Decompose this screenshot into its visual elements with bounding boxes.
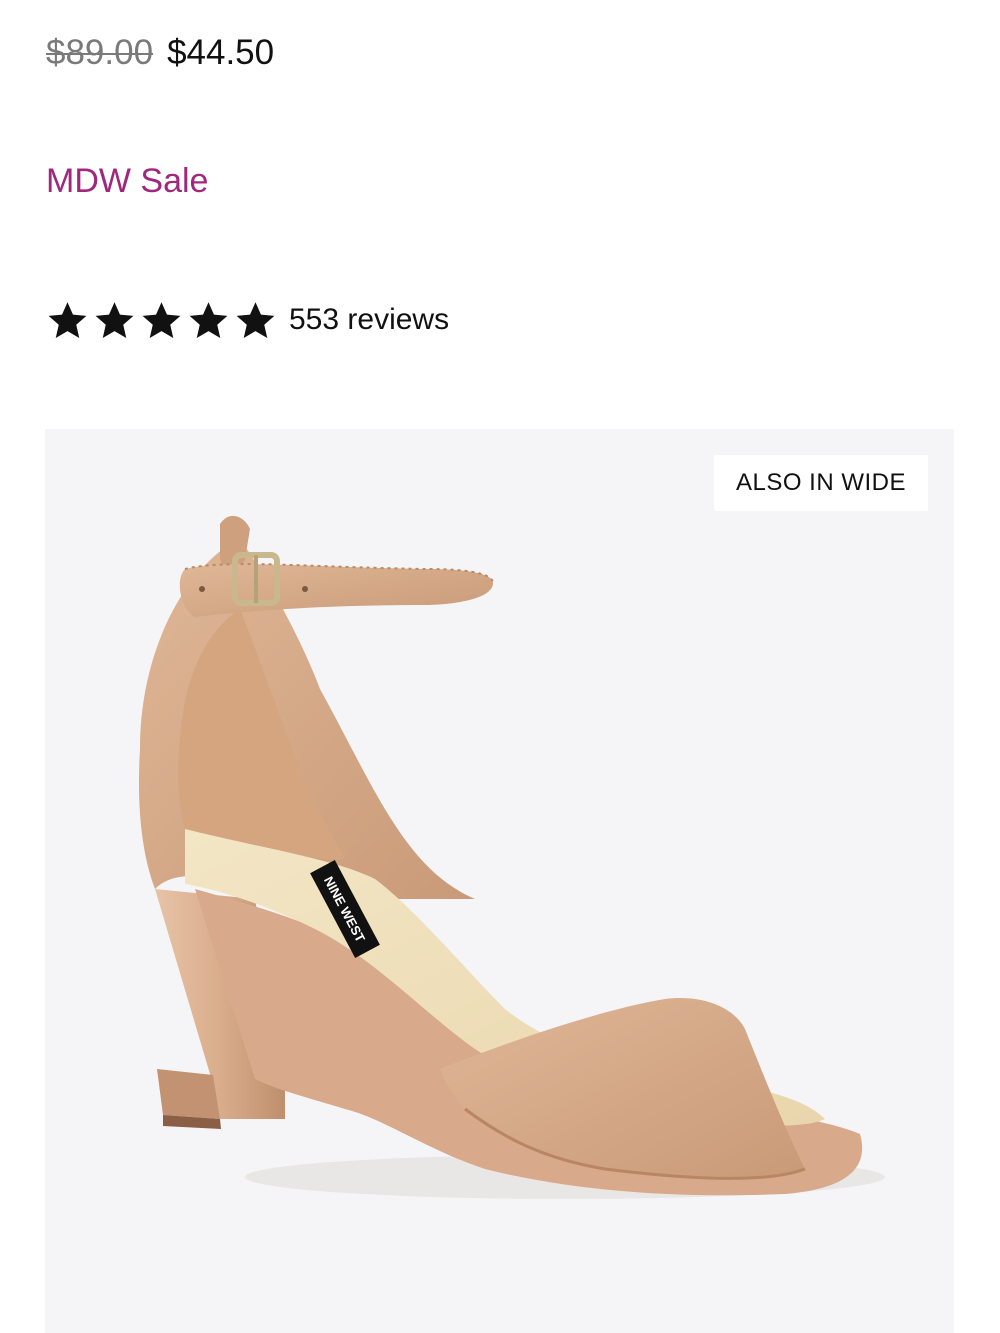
rating-row[interactable]: 553 reviews xyxy=(46,292,449,348)
star-icon xyxy=(142,301,181,338)
sale-price: $44.50 xyxy=(167,33,275,72)
star-icon xyxy=(95,301,134,338)
price-row: $89.00 $44.50 xyxy=(46,28,274,78)
star-icon xyxy=(236,301,275,338)
reviews-link[interactable]: 553 reviews xyxy=(289,303,449,337)
star-icon xyxy=(189,301,228,338)
promo-link[interactable]: MDW Sale xyxy=(46,156,208,206)
product-image[interactable]: NINE WEST xyxy=(45,429,954,1333)
also-in-wide-badge: ALSO IN WIDE xyxy=(713,455,928,511)
product-image-container[interactable]: NINE WEST ALSO IN WIDE xyxy=(45,429,954,1333)
star-rating xyxy=(46,299,277,342)
original-price: $89.00 xyxy=(46,33,154,72)
star-icon xyxy=(48,301,87,338)
